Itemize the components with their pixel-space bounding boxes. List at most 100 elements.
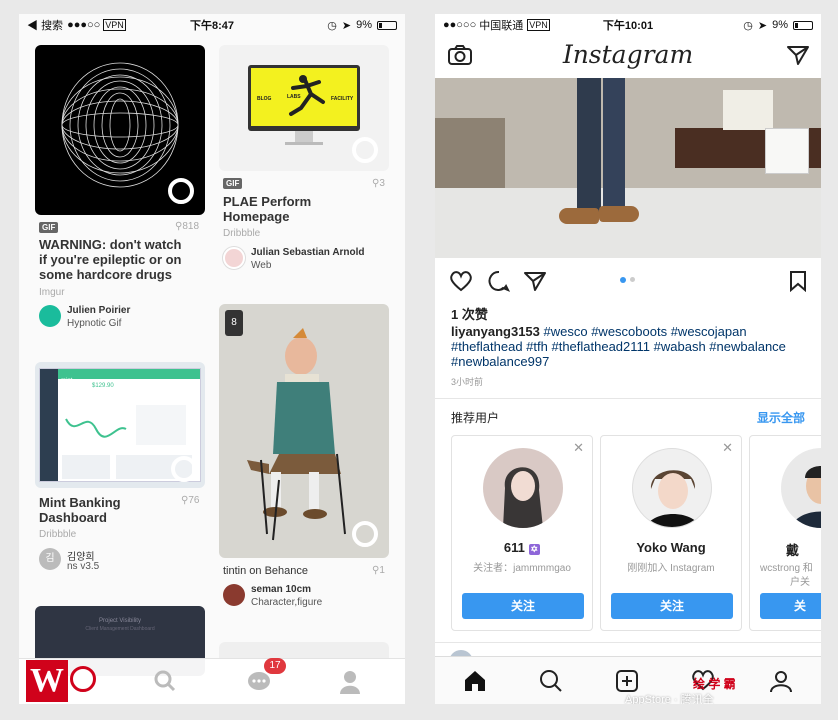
pin-source: Dribbble <box>39 529 77 540</box>
post-time: 3小时前 <box>451 377 484 387</box>
pin-board: Web <box>251 260 272 271</box>
follow-button[interactable]: 关注 <box>462 593 584 619</box>
pin-user[interactable]: Julien Poirier <box>67 305 130 316</box>
new-post-icon[interactable] <box>615 669 639 693</box>
search-icon[interactable] <box>539 669 563 693</box>
caption-hashtags[interactable]: #newbalance997 <box>451 354 811 369</box>
dismiss-icon[interactable]: ✕ <box>722 440 733 456</box>
pin-count: ⚲818 <box>175 221 200 232</box>
pin-user[interactable]: seman 10cm <box>251 584 311 595</box>
dashboard-header: mint <box>58 369 200 384</box>
status-bar: ◀ 搜索 ●●●○○ VPN 下午8:47 ◷ ➤ 9% <box>19 14 405 36</box>
pin-board: Hypnotic Gif <box>67 318 122 329</box>
suggestion-card: ✕ Yoko Wang 刚刚加入 Instagram 关注 <box>600 435 742 631</box>
pin-image-mint[interactable]: mint $129.90 <box>35 362 205 488</box>
tintin-figure <box>247 328 378 547</box>
pin-title[interactable]: WARNING: don't watch if you're epileptic … <box>39 237 209 282</box>
pin-count: ⚲76 <box>181 495 200 506</box>
suggestion-card: ✕ 611 ✡ 关注者：jammmmgao 关注 <box>451 435 593 631</box>
signal-icon: ●●●○○ <box>67 19 101 31</box>
pin-title[interactable]: Mint Banking Dashboard <box>39 495 179 525</box>
pin-board: ns v3.5 <box>67 561 100 572</box>
gif-play-ring <box>171 456 197 482</box>
suggestion-desc: 关注者：jammmmgao <box>473 563 571 574</box>
pin-title[interactable]: PLAE Perform Homepage <box>223 194 393 224</box>
instagram-screen: ●●○○○ 中国联通 VPN 下午10:01 ◷➤9% Instagram <box>435 14 821 704</box>
watermark-tag: 绘 学 霸 <box>693 677 736 691</box>
bottom-tab-bar: 绘 学 霸 AppStore · 腾讯全 <box>435 656 821 704</box>
back-to-search[interactable]: ◀ 搜索 <box>27 17 63 33</box>
suggestion-name[interactable]: 611 ✡ <box>452 540 592 555</box>
avatar[interactable] <box>223 247 245 269</box>
direct-message-icon[interactable] <box>786 44 810 66</box>
pin-image-tintin[interactable]: 8 <box>219 304 389 558</box>
app-title: Instagram <box>562 40 694 69</box>
watermark-logo: W <box>26 660 68 702</box>
caption-hashtags[interactable]: #theflathead #tfh #theflathead2111 #waba… <box>451 339 811 354</box>
suggestion-desc: wcstrong 和 <box>760 563 813 574</box>
caption-username[interactable]: liyanyang3153 <box>451 324 540 339</box>
vpn-badge: VPN <box>103 19 126 31</box>
like-count[interactable]: 1 次赞 <box>451 304 488 323</box>
carrier-name: 中国联通 <box>479 20 524 32</box>
suggestion-desc: 户关 <box>790 577 810 588</box>
gif-play-ring <box>168 178 194 204</box>
monitor-base <box>285 142 323 145</box>
like-icon[interactable] <box>449 270 473 292</box>
behance-badge: 8 <box>225 310 243 336</box>
profile-icon[interactable] <box>769 669 793 693</box>
avatar[interactable] <box>632 448 712 528</box>
follow-button[interactable]: 关 <box>760 593 821 619</box>
location-icon: ➤ <box>757 19 768 32</box>
battery-icon <box>377 20 397 30</box>
search-icon[interactable] <box>153 669 177 693</box>
suggestion-desc: 刚刚加入 Instagram <box>627 563 715 574</box>
notification-badge: 17 <box>264 658 286 674</box>
show-all-link[interactable]: 显示全部 <box>757 409 805 426</box>
battery-text: 9% <box>356 19 372 31</box>
wire-sphere-graphic <box>61 62 194 204</box>
emoji-badge: ✡ <box>528 544 541 555</box>
share-icon[interactable] <box>523 270 547 292</box>
watermark-circle-icon <box>70 666 96 692</box>
avatar[interactable] <box>483 448 563 528</box>
monitor-screen: BLOG LABS FACILITY <box>251 68 357 126</box>
pin-count: ⚲3 <box>372 178 385 189</box>
pin-source: Imgur <box>39 287 65 298</box>
carousel-dot-active <box>620 277 626 283</box>
alarm-icon: ◷ <box>327 19 337 32</box>
avatar[interactable]: 김 <box>39 548 61 570</box>
suggestion-name[interactable]: Yoko Wang <box>601 540 741 555</box>
alarm-icon: ◷ <box>743 19 753 32</box>
pin-user[interactable]: Julian Sebastian Arnold <box>251 247 365 258</box>
divider <box>435 398 821 399</box>
avatar[interactable] <box>39 305 61 327</box>
messages-icon[interactable] <box>247 671 271 693</box>
pin-source: Dribbble <box>223 228 261 239</box>
pin-image-sphere[interactable] <box>35 45 205 215</box>
pin-image-plae[interactable]: BLOG LABS FACILITY <box>219 45 389 171</box>
dashboard-sidebar <box>40 369 58 481</box>
dashboard-chart <box>65 405 186 445</box>
runner-figure <box>289 75 325 116</box>
avatar[interactable] <box>781 448 821 528</box>
profile-icon[interactable] <box>339 669 361 695</box>
follow-button[interactable]: 关注 <box>611 593 733 619</box>
vpn-badge: VPN <box>527 19 550 31</box>
dismiss-icon[interactable]: ✕ <box>573 440 584 456</box>
suggestions-label: 推荐用户 <box>451 411 500 425</box>
caption-hashtags[interactable]: #wesco #wescoboots #wescojapan <box>544 324 747 339</box>
post-caption: liyanyang3153 #wesco #wescoboots #wescoj… <box>451 324 811 369</box>
suggestion-name[interactable]: 戴 <box>786 540 821 559</box>
pin-title[interactable]: tintin on Behance <box>223 565 308 577</box>
status-bar: ●●○○○ 中国联通 VPN 下午10:01 ◷ ➤ 9% <box>435 14 821 36</box>
avatar[interactable] <box>223 584 245 606</box>
home-icon[interactable] <box>463 669 487 693</box>
post-photo[interactable] <box>435 78 821 258</box>
signal-icon: ●●○○○ <box>443 19 477 31</box>
suggestion-card: 戴 wcstrong 和 户关 关 <box>749 435 821 631</box>
bookmark-icon[interactable] <box>789 270 807 293</box>
battery-icon <box>793 20 813 30</box>
location-icon: ➤ <box>341 19 352 32</box>
comment-icon[interactable] <box>487 270 511 292</box>
